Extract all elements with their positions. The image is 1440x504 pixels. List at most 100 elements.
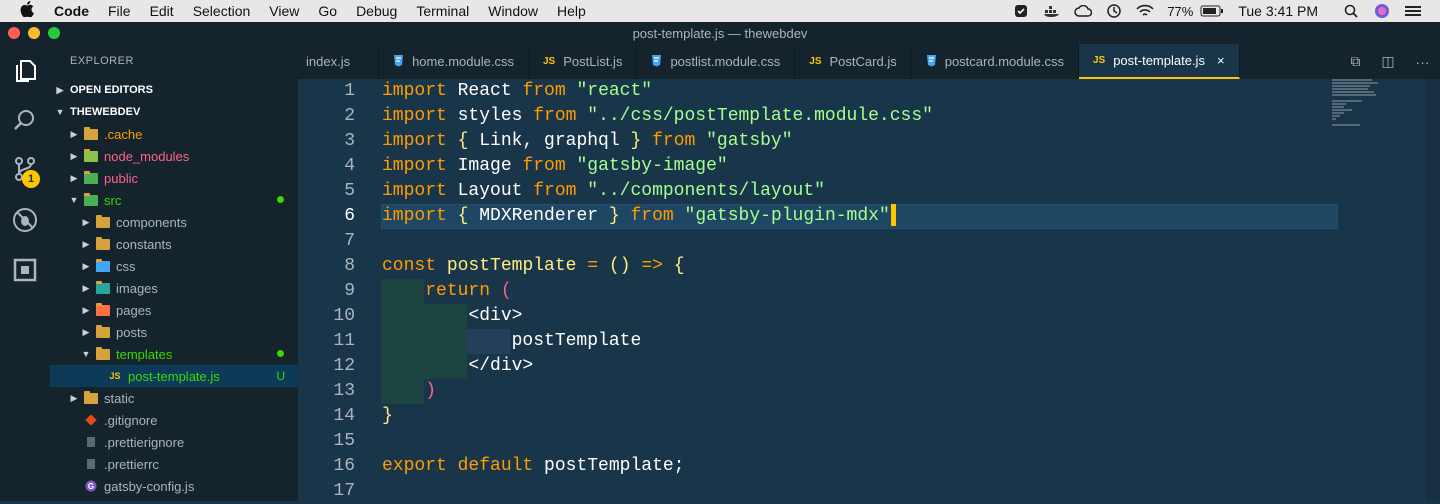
- menu-help[interactable]: Help: [557, 3, 586, 19]
- tree-item[interactable]: ▶ constants: [50, 233, 298, 255]
- css-file-icon: [926, 54, 937, 70]
- editor-tab[interactable]: postcard.module.css: [912, 44, 1079, 79]
- editor-tab[interactable]: index.js: [298, 44, 380, 79]
- chevron-down-icon: ▼: [55, 107, 65, 117]
- tab-label: postcard.module.css: [944, 54, 1064, 69]
- split-editor-icon[interactable]: ◫: [1381, 53, 1394, 70]
- wifi-icon[interactable]: [1136, 4, 1154, 18]
- open-changes-icon[interactable]: ⧉: [1350, 53, 1360, 70]
- editor-tab[interactable]: JS PostCard.js: [795, 44, 912, 79]
- line-number: 17: [333, 481, 355, 501]
- editor-tab[interactable]: home.module.css: [379, 44, 529, 79]
- text-file-icon: [84, 458, 98, 470]
- tree-item[interactable]: ▼ templates: [50, 343, 298, 365]
- line-number: 6: [344, 206, 355, 226]
- source-control-badge: 1: [22, 170, 40, 188]
- tree-item[interactable]: ▶ posts: [50, 321, 298, 343]
- line-number: 8: [344, 256, 355, 276]
- menu-view[interactable]: View: [269, 3, 299, 19]
- menubar-status-area: 77% Tue 3:41 PM: [1012, 3, 1440, 19]
- project-section[interactable]: ▼ THEWEBDEV: [50, 101, 298, 123]
- editor-tab[interactable]: postlist.module.css: [637, 44, 796, 79]
- extensions-icon[interactable]: [12, 257, 38, 283]
- line-number: 9: [344, 281, 355, 301]
- minimap[interactable]: [1332, 79, 1380, 126]
- tree-item[interactable]: ▶ css: [50, 255, 298, 277]
- menu-terminal[interactable]: Terminal: [416, 3, 469, 19]
- docker-icon[interactable]: [1043, 4, 1061, 18]
- menu-code[interactable]: Code: [54, 3, 89, 19]
- creative-cloud-icon[interactable]: [1074, 4, 1093, 18]
- tree-item[interactable]: .prettierignore: [50, 431, 298, 453]
- code-token: {: [457, 131, 469, 151]
- menu-edit[interactable]: Edit: [150, 3, 174, 19]
- code-token: export: [382, 456, 447, 476]
- tree-item[interactable]: .gitignore: [50, 409, 298, 431]
- code-text: export default postTemplate;: [382, 454, 684, 479]
- code-editor[interactable]: 1 import React from "react" 2 import styles…: [298, 79, 1440, 501]
- close-tab-icon[interactable]: ×: [1217, 53, 1225, 68]
- code-token: from: [533, 181, 577, 201]
- tree-item[interactable]: ▶ public: [50, 167, 298, 189]
- apple-logo-icon[interactable]: [20, 1, 36, 21]
- tree-item[interactable]: ▶ static: [50, 387, 298, 409]
- tree-item[interactable]: ▶ images: [50, 277, 298, 299]
- code-line: 2 import styles from "../css/postTemplate…: [298, 104, 1440, 129]
- code-token: =: [587, 256, 599, 276]
- menu-window[interactable]: Window: [488, 3, 538, 19]
- menu-selection[interactable]: Selection: [193, 3, 251, 19]
- css-file-icon: [393, 54, 404, 70]
- css-file-icon: [651, 54, 662, 70]
- tree-item[interactable]: ▶ components: [50, 211, 298, 233]
- menu-debug[interactable]: Debug: [356, 3, 397, 19]
- battery-icon[interactable]: [1199, 4, 1225, 18]
- folder-icon: [84, 390, 98, 404]
- tree-item[interactable]: JS post-template.js U: [50, 365, 298, 387]
- search-icon[interactable]: [12, 107, 38, 133]
- menu-go[interactable]: Go: [318, 3, 337, 19]
- tree-item[interactable]: ▶ node_modules: [50, 145, 298, 167]
- folder-shape: [96, 214, 110, 228]
- text-cursor: [890, 204, 896, 227]
- code-text: import { MDXRenderer } from "gatsby-plug…: [382, 204, 896, 229]
- code-text: </div>: [382, 354, 533, 379]
- files-icon[interactable]: [12, 58, 38, 84]
- code-token: styles: [446, 106, 534, 126]
- tree-item[interactable]: ▶ .cache: [50, 123, 298, 145]
- folder-shape: [84, 390, 98, 404]
- line-number: 16: [333, 456, 355, 476]
- more-actions-icon[interactable]: ···: [1416, 54, 1430, 70]
- battery-percentage: 77%: [1167, 3, 1194, 19]
- tree-item[interactable]: .prettierrc: [50, 453, 298, 475]
- javascript-file-icon: JS: [109, 371, 121, 381]
- editor-tab[interactable]: JS post-template.js ×: [1078, 44, 1240, 79]
- code-line: 10 <div>: [298, 304, 1440, 329]
- notification-center-icon[interactable]: [1404, 4, 1422, 18]
- code-token: import: [382, 206, 447, 226]
- code-token: import: [382, 181, 447, 201]
- checkmark-app-icon[interactable]: [1012, 4, 1030, 18]
- tree-item[interactable]: Ggatsby-config.js: [50, 475, 298, 497]
- menubar-clock[interactable]: Tue 3:41 PM: [1238, 3, 1318, 19]
- folder-icon: [96, 324, 110, 338]
- editor-scrollbar[interactable]: [1426, 79, 1440, 501]
- line-number: 13: [333, 381, 355, 401]
- siri-icon[interactable]: [1373, 4, 1391, 18]
- spotlight-search-icon[interactable]: [1342, 4, 1360, 18]
- time-machine-icon[interactable]: [1105, 4, 1123, 18]
- tree-item[interactable]: ▼ src: [50, 189, 298, 211]
- tree-item[interactable]: ▶ pages: [50, 299, 298, 321]
- menu-file[interactable]: File: [108, 3, 131, 19]
- debug-icon[interactable]: [12, 207, 38, 233]
- open-editors-section[interactable]: ▶ OPEN EDITORS: [50, 79, 298, 101]
- editor-tab[interactable]: JS PostList.js: [529, 44, 638, 79]
- code-token: from: [533, 106, 577, 126]
- folder-icon: [96, 346, 110, 360]
